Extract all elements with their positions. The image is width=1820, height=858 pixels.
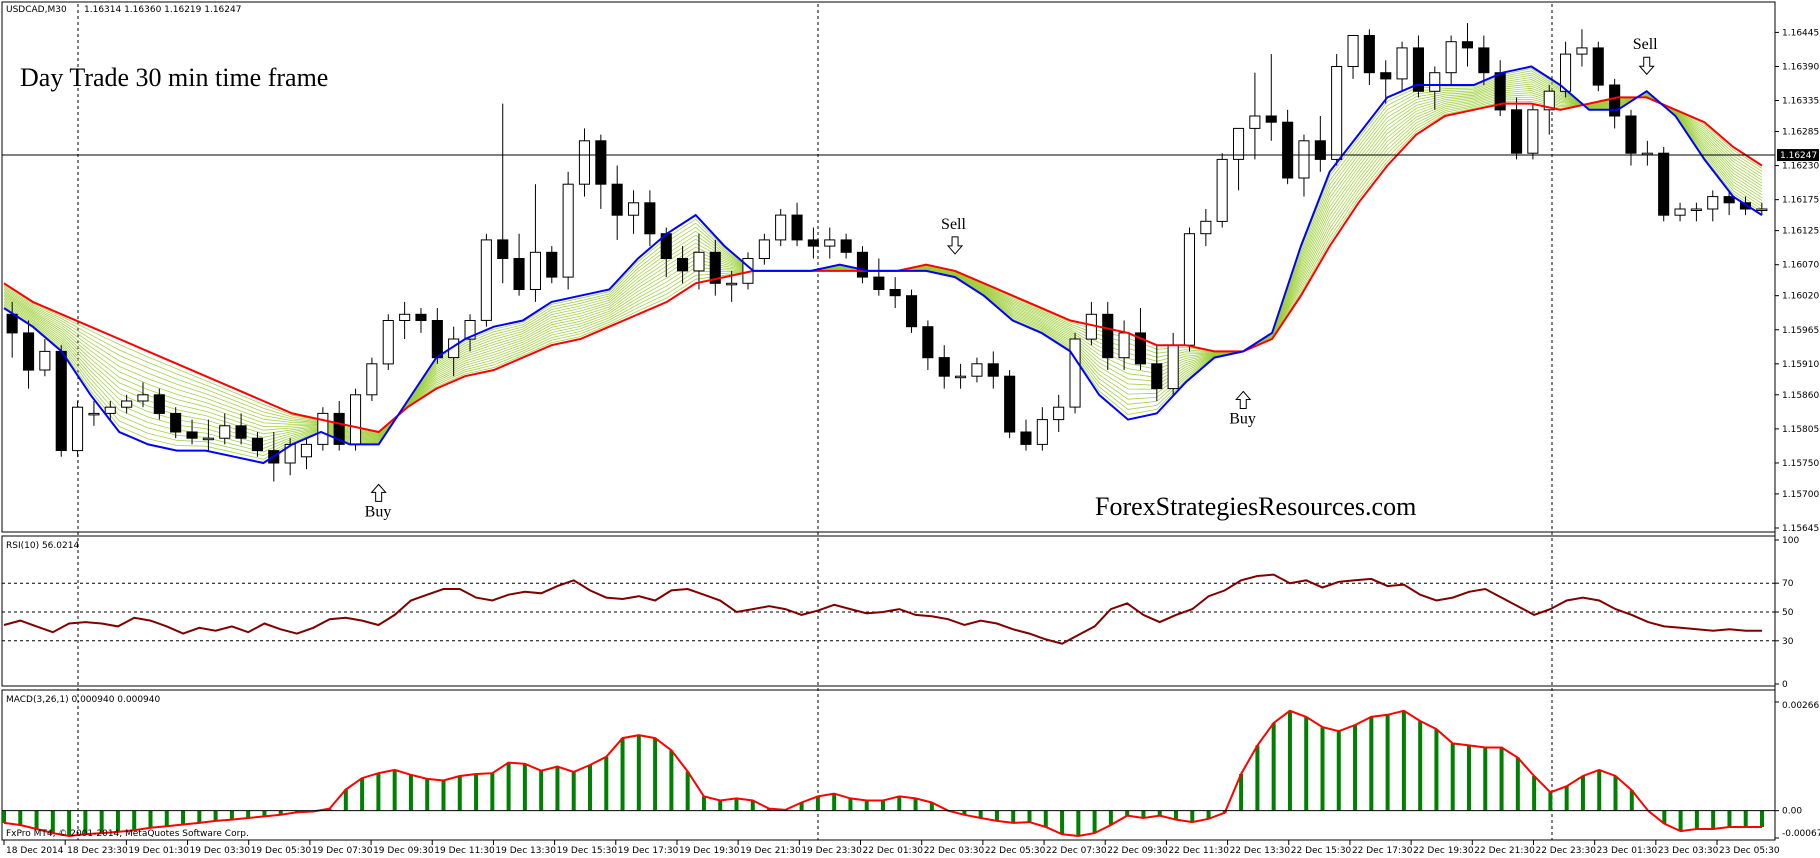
time-tick-label: 23 Dec 05:30 [1719,846,1780,856]
rsi-tick-label: 0 [1782,680,1788,690]
time-axis: 18 Dec 2014 18 Dec 23:30 19 Dec 01:30 19 De… [3,840,1780,856]
time-tick-label: 19 Dec 09:30 [373,846,434,856]
time-tick-label: 22 Dec 21:30 [1474,846,1535,856]
price-tick-label: 1.16230 [1782,162,1819,172]
time-tick-label: 22 Dec 23:30 [1535,846,1596,856]
price-tick-label: 1.15700 [1782,490,1819,500]
price-tick-label: 1.16070 [1782,261,1819,271]
price-tick-label: 1.16020 [1782,292,1819,302]
chart-annotation-title: Day Trade 30 min time frame [20,63,328,92]
price-tick-label: 1.16390 [1782,62,1819,72]
time-tick-label: 19 Dec 19:30 [679,846,740,856]
macd-title: MACD(3,26,1) 0.000940 0.000940 [6,695,161,705]
signal-label: Sell [1633,36,1658,53]
copyright-footer: FxPro MT4, © 2001-2014, MetaQuotes Softw… [6,829,249,839]
signal-label: Buy [1229,410,1256,427]
signal-label: Buy [365,503,392,520]
time-tick-label: 18 Dec 23:30 [67,846,128,856]
candle [1216,153,1228,228]
time-tick-label: 19 Dec 17:30 [618,846,679,856]
time-tick-label: 19 Dec 11:30 [434,846,495,856]
macd-tick-label: 0.002665 [1782,701,1820,711]
time-tick-label: 22 Dec 15:30 [1291,846,1352,856]
price-tick-label: 1.15910 [1782,360,1819,370]
macd-panel [1,689,1776,841]
time-tick-label: 22 Dec 09:30 [1107,846,1168,856]
time-tick-label: 22 Dec 13:30 [1230,846,1291,856]
candle [1592,41,1604,92]
ohlc-readout: 1.16314 1.16360 1.16219 1.16247 [84,5,241,15]
rsi-tick-label: 30 [1782,637,1794,647]
price-tick-label: 1.15805 [1782,425,1819,435]
rsi-tick-label: 70 [1782,579,1794,589]
time-tick-label: 19 Dec 07:30 [312,846,373,856]
price-chart-title: USDCAD,M30 [6,5,67,15]
candle [1527,103,1539,160]
time-tick-label: 22 Dec 17:30 [1352,846,1413,856]
macd-tick-label: 0.00 [1782,807,1802,817]
price-axis: 1.16445 1.16390 1.16335 1.16285 1.16230 1.161… [1775,28,1819,534]
time-tick-label: 22 Dec 11:30 [1168,846,1229,856]
time-tick-label: 22 Dec 05:30 [985,846,1046,856]
time-tick-label: 19 Dec 03:30 [190,846,251,856]
candle [55,345,67,457]
signal-label: Sell [941,216,966,233]
time-tick-label: 18 Dec 2014 [6,846,64,856]
time-tick-label: 19 Dec 21:30 [740,846,801,856]
time-tick-label: 22 Dec 01:30 [863,846,924,856]
mt4-chart: BuySellBuySell 1.164451.163901.163351.16… [1,1,1820,856]
candle [1658,147,1670,222]
rsi-title: RSI(10) 56.0214 [6,541,79,551]
rsi-tick-label: 50 [1782,608,1794,618]
candle [350,388,362,451]
candle [1004,370,1016,439]
price-tick-label: 1.16285 [1782,128,1819,138]
macd-tick-label: -0.00067 [1782,829,1820,839]
price-tick-label: 1.16335 [1782,97,1819,107]
watermark: ForexStrategiesResources.com [1095,492,1416,521]
price-tick-label: 1.15750 [1782,459,1819,469]
price-tick-label: 1.16125 [1782,227,1819,237]
time-tick-label: 19 Dec 13:30 [495,846,556,856]
time-tick-label: 22 Dec 19:30 [1413,846,1474,856]
candle [317,407,329,451]
time-tick-label: 19 Dec 01:30 [128,846,189,856]
price-tick-label: 1.15645 [1782,524,1819,534]
current-price-label: 1.16247 [1780,151,1817,161]
candle [382,314,394,371]
time-tick-label: 19 Dec 05:30 [251,846,312,856]
price-tick-label: 1.15860 [1782,391,1819,401]
candle [72,401,84,457]
time-tick-label: 19 Dec 15:30 [557,846,618,856]
time-tick-label: 22 Dec 07:30 [1046,846,1107,856]
candle [906,289,918,333]
price-tick-label: 1.16175 [1782,196,1819,206]
rsi-tick-label: 100 [1782,536,1799,546]
candle [1183,227,1196,352]
price-tick-label: 1.16445 [1782,28,1819,38]
time-tick-label: 22 Dec 03:30 [924,846,985,856]
time-tick-label: 23 Dec 01:30 [1597,846,1658,856]
candle [562,171,574,290]
candle [1069,332,1081,414]
candle [366,357,378,401]
candle [480,233,492,327]
time-tick-label: 23 Dec 03:30 [1658,846,1719,856]
price-tick-label: 1.15965 [1782,326,1819,336]
time-tick-label: 19 Dec 23:30 [801,846,862,856]
candle [1331,54,1343,166]
